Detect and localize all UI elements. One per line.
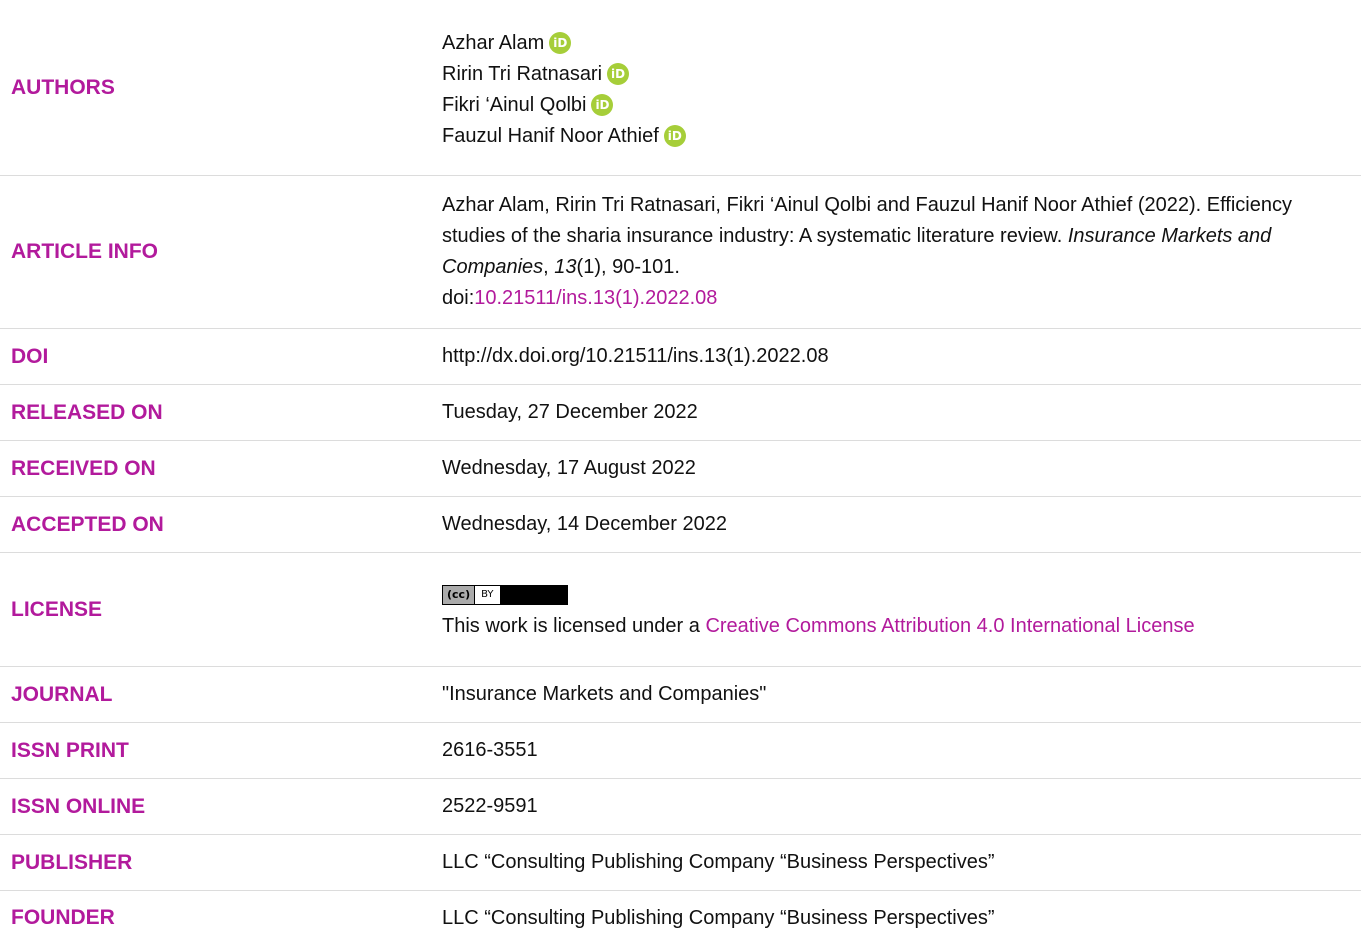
license-link[interactable]: Creative Commons Attribution 4.0 Interna… — [705, 615, 1194, 637]
author-name[interactable]: Azhar Alam — [442, 28, 544, 59]
citation-text: Azhar Alam, Ririn Tri Ratnasari, Fikri ‘… — [442, 190, 1361, 314]
issn-online-value: 2522-9591 — [442, 795, 538, 817]
citation-comma: , — [543, 256, 555, 278]
cc-badge-bar — [499, 585, 567, 604]
author-item: Ririn Tri Ratnasari iD — [442, 59, 1325, 90]
journal-label: JOURNAL — [11, 682, 113, 706]
doi-value: http://dx.doi.org/10.21511/ins.13(1).202… — [442, 345, 829, 367]
citation-doi-prefix: doi: — [442, 287, 475, 309]
accepted-row: ACCEPTED ON Wednesday, 14 December 2022 — [0, 497, 1361, 553]
accepted-value: Wednesday, 14 December 2022 — [442, 513, 727, 535]
author-item: Fauzul Hanif Noor Athief iD — [442, 121, 1325, 152]
citation-authors: Azhar Alam, Ririn Tri Ratnasari, Fikri ‘… — [442, 194, 1133, 216]
received-row: RECEIVED ON Wednesday, 17 August 2022 — [0, 441, 1361, 497]
authors-row: AUTHORS Azhar Alam iD Ririn Tri Ratnasar… — [0, 0, 1361, 176]
journal-row: JOURNAL "Insurance Markets and Companies… — [0, 667, 1361, 723]
cc-by-badge-icon[interactable]: (cc) BY — [442, 584, 568, 605]
publisher-value: LLC “Consulting Publishing Company “Busi… — [442, 851, 995, 873]
cc-badge-cc: (cc) — [443, 585, 476, 604]
author-name[interactable]: Fikri ‘Ainul Qolbi — [442, 90, 586, 121]
author-name[interactable]: Ririn Tri Ratnasari — [442, 59, 602, 90]
founder-label: FOUNDER — [11, 906, 115, 929]
citation-volume: 13 — [554, 256, 577, 278]
accepted-label: ACCEPTED ON — [11, 512, 164, 536]
citation-issue-pages: (1), 90-101. — [576, 256, 680, 278]
license-text: This work is licensed under a Creative C… — [442, 611, 1325, 642]
issn-print-row: ISSN PRINT 2616-3551 — [0, 723, 1361, 779]
received-label: RECEIVED ON — [11, 456, 156, 480]
released-row: RELEASED ON Tuesday, 27 December 2022 — [0, 385, 1361, 441]
founder-row: FOUNDER LLC “Consulting Publishing Compa… — [0, 891, 1361, 945]
released-value: Tuesday, 27 December 2022 — [442, 401, 698, 423]
license-text-prefix: This work is licensed under a — [442, 614, 706, 637]
authors-list: Azhar Alam iD Ririn Tri Ratnasari iD Fik… — [442, 24, 1361, 152]
founder-value: LLC “Consulting Publishing Company “Busi… — [442, 906, 995, 929]
article-metadata-table: AUTHORS Azhar Alam iD Ririn Tri Ratnasar… — [0, 0, 1361, 945]
issn-online-label: ISSN ONLINE — [11, 794, 146, 818]
author-item: Fikri ‘Ainul Qolbi iD — [442, 90, 1325, 121]
citation-doi-link[interactable]: 10.21511/ins.13(1).2022.08 — [474, 287, 717, 309]
orcid-icon[interactable]: iD — [591, 94, 614, 116]
author-item: Azhar Alam iD — [442, 28, 1325, 59]
issn-print-label: ISSN PRINT — [11, 738, 129, 762]
issn-print-value: 2616-3551 — [442, 739, 538, 761]
released-label: RELEASED ON — [11, 400, 163, 424]
cc-badge-by: BY — [475, 585, 500, 604]
publisher-row: PUBLISHER LLC “Consulting Publishing Com… — [0, 835, 1361, 891]
license-value: (cc) BY This work is licensed under a Cr… — [442, 577, 1361, 642]
journal-value: "Insurance Markets and Companies" — [442, 683, 767, 705]
orcid-icon[interactable]: iD — [607, 63, 630, 85]
orcid-icon[interactable]: iD — [549, 32, 572, 54]
license-row: LICENSE (cc) BY This work is licensed un… — [0, 553, 1361, 667]
orcid-icon[interactable]: iD — [663, 125, 686, 147]
article-info-label: ARTICLE INFO — [11, 240, 158, 263]
doi-label: DOI — [11, 344, 49, 368]
doi-row: DOI http://dx.doi.org/10.21511/ins.13(1)… — [0, 329, 1361, 385]
author-name[interactable]: Fauzul Hanif Noor Athief — [442, 121, 659, 152]
article-info-row: ARTICLE INFO Azhar Alam, Ririn Tri Ratna… — [0, 176, 1361, 329]
authors-label: AUTHORS — [11, 75, 115, 99]
received-value: Wednesday, 17 August 2022 — [442, 457, 696, 479]
issn-online-row: ISSN ONLINE 2522-9591 — [0, 779, 1361, 835]
publisher-label: PUBLISHER — [11, 850, 133, 874]
license-label: LICENSE — [11, 597, 103, 621]
